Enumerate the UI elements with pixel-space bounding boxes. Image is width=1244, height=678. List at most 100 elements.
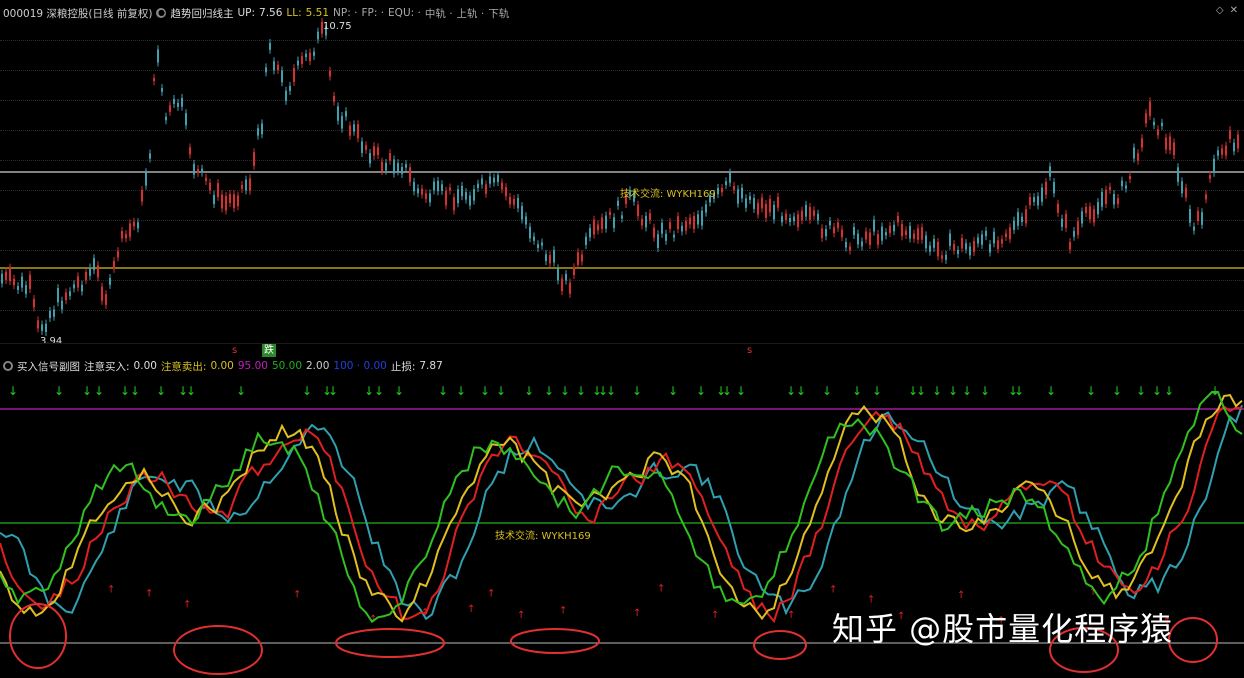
candle-body [925, 235, 927, 249]
candle-body [229, 193, 231, 203]
sell-arrow-icon: ↓ [932, 384, 942, 398]
candle-body [493, 177, 495, 183]
buy-arrow-icon: ↑ [657, 583, 665, 594]
candle-body [217, 183, 219, 197]
candle-body [485, 184, 487, 194]
ind-title[interactable]: 买入信号副图 [17, 359, 80, 374]
sell-arrow-icon: ↓ [1046, 384, 1056, 398]
candle-body [917, 228, 919, 240]
buy-label: 注意买入: [84, 360, 130, 373]
sell-arrow-icon: ↓ [328, 384, 338, 398]
candle-body [1149, 101, 1151, 116]
candle-body [809, 207, 811, 220]
buy-arrow-icon: ↑ [787, 610, 795, 621]
candle-body [1225, 145, 1227, 156]
candle-body [1169, 136, 1171, 151]
buy-arrow-icon: ↑ [487, 588, 495, 599]
candle-body [561, 278, 563, 292]
candle-body [1165, 137, 1167, 150]
candle-body [289, 85, 291, 92]
candle-body [573, 267, 575, 275]
candle-body [701, 210, 703, 226]
stop-label: 止损: [390, 360, 416, 373]
candle-body [717, 187, 719, 195]
value-2: 2.00 [306, 360, 330, 372]
candle-body [997, 240, 999, 250]
candle-body [13, 278, 15, 286]
candle-body [1197, 211, 1199, 222]
candle-body [549, 255, 551, 264]
candle-body [505, 187, 507, 197]
sell-arrow-icon: ↓ [722, 384, 732, 398]
candle-body [281, 70, 283, 83]
candle-body [117, 251, 119, 258]
candle-body [233, 194, 235, 209]
candle-body [1185, 187, 1187, 198]
candle-body [253, 152, 255, 166]
candle-body [73, 284, 75, 289]
highlight-circle [1168, 617, 1218, 663]
buy-arrow-icon: ↑ [145, 589, 153, 600]
candle-body [577, 252, 579, 265]
candle-body [1049, 166, 1051, 177]
candle-body [689, 217, 691, 225]
value-50: 50.00 [271, 360, 302, 372]
candle-body [705, 204, 707, 213]
stock-title[interactable]: 000019 深粮控股(日线 前复权) [3, 6, 152, 21]
candle-body [933, 238, 935, 248]
buy-arrow-icon: ↑ [633, 608, 641, 619]
candle-body [741, 187, 743, 199]
candle-body [1117, 198, 1119, 205]
candle-body [141, 190, 143, 202]
candle-body [181, 97, 183, 107]
restore-icon[interactable]: ◇ [1216, 5, 1224, 16]
sell-value: 0.00 [210, 360, 234, 372]
indicator-name[interactable]: 趋势回归线主 [170, 6, 233, 21]
candle-body [397, 163, 399, 172]
candle-body [1001, 239, 1003, 244]
sell-arrow-icon: ↓ [480, 384, 490, 398]
candle-body [1233, 142, 1235, 152]
close-icon[interactable]: ✕ [1230, 5, 1238, 16]
candle-body [829, 221, 831, 226]
candle-body [53, 309, 55, 317]
candle-body [1221, 148, 1223, 155]
candle-body [273, 61, 275, 71]
candle-body [841, 229, 843, 238]
panel-divider[interactable] [0, 343, 1244, 344]
candle-body [1033, 197, 1035, 202]
candle-body [945, 254, 947, 260]
candle-body [373, 146, 375, 156]
price-chart-panel[interactable]: 10.75 3.94 技术交流: WYKH169 [0, 0, 1244, 347]
settings-circle-icon[interactable]: ● [156, 8, 167, 18]
candle-body [973, 240, 975, 253]
sell-arrow-icon: ↓ [496, 384, 506, 398]
candle-body [613, 217, 615, 229]
candle-body [473, 189, 475, 201]
candle-body [769, 198, 771, 213]
candle-body [993, 231, 995, 244]
candle-body [977, 237, 979, 244]
candle-body [1101, 191, 1103, 207]
collapse-circle-icon[interactable]: ● [3, 361, 13, 371]
buy-arrow-icon: ↑ [467, 604, 475, 615]
candle-body [1073, 231, 1075, 237]
candle-body [937, 241, 939, 257]
candle-body [245, 179, 247, 191]
candle-body [637, 204, 639, 217]
candle-body [985, 230, 987, 237]
candle-body [301, 56, 303, 64]
candle-body [1121, 180, 1123, 187]
candle-body [1145, 113, 1147, 124]
candlestick-chart [0, 17, 1244, 337]
np-label: NP: · [333, 7, 358, 19]
sell-arrow-icon: ↓ [560, 384, 570, 398]
buy-value: 0.00 [133, 360, 157, 372]
candle-body [45, 323, 47, 333]
candle-body [981, 234, 983, 245]
candle-body [789, 217, 791, 223]
candle-body [145, 172, 147, 186]
candle-body [1157, 129, 1159, 136]
sell-arrow-icon: ↓ [822, 384, 832, 398]
up-label: UP: [237, 7, 256, 19]
